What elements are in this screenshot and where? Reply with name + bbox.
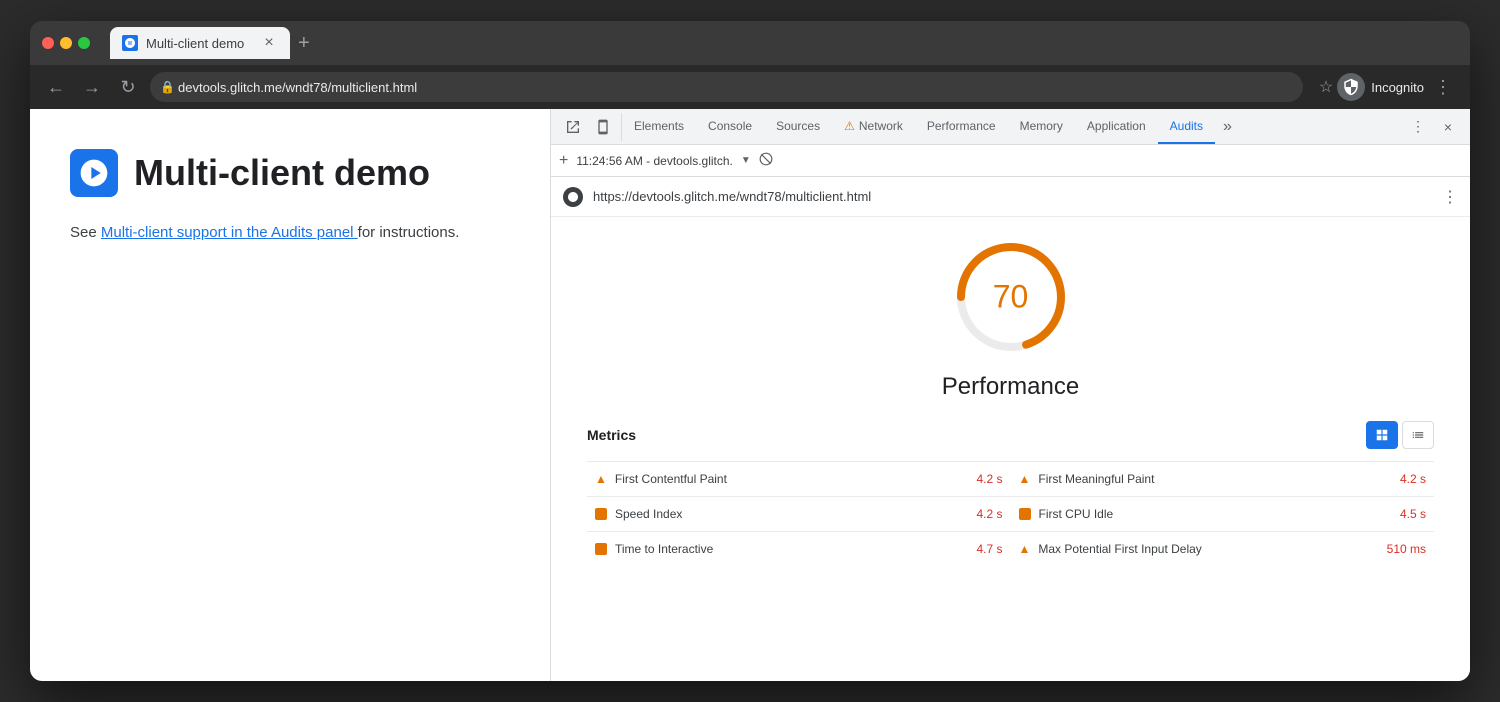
devtools-menu-button[interactable]: ⋮ (1404, 113, 1432, 141)
mpfid-icon: ▲ (1019, 542, 1031, 556)
fmp-value: 4.2 s (1400, 472, 1426, 486)
bookmark-icon[interactable]: ☆ (1319, 77, 1333, 97)
score-label: Performance (575, 373, 1446, 401)
maximize-traffic-light[interactable] (78, 37, 90, 49)
tti-value: 4.7 s (976, 542, 1002, 556)
address-wrapper: 🔒 (150, 72, 1303, 102)
page-title: Multi-client demo (134, 152, 430, 194)
tab-network[interactable]: ⚠ Network (832, 109, 915, 144)
incognito-label: Incognito (1371, 80, 1424, 95)
address-input[interactable] (150, 72, 1303, 102)
fmp-name: First Meaningful Paint (1038, 472, 1392, 486)
tab-console[interactable]: Console (696, 109, 764, 144)
si-value: 4.2 s (976, 507, 1002, 521)
close-traffic-light[interactable] (42, 37, 54, 49)
tab-application[interactable]: Application (1075, 109, 1158, 144)
metric-mpfid: ▲ Max Potential First Input Delay 510 ms (1011, 531, 1435, 566)
audit-results: 70 Performance Metrics (551, 217, 1470, 681)
score-circle-container: 70 (575, 237, 1446, 357)
devtools-actions: ⋮ × (1400, 113, 1466, 141)
title-bar: Multi-client demo × + (30, 21, 1470, 65)
metrics-title: Metrics (587, 427, 636, 443)
si-icon (595, 508, 607, 520)
device-toolbar-icon[interactable] (589, 113, 617, 141)
inspector-icon[interactable] (559, 113, 587, 141)
devtools-tabs: Elements Console Sources ⚠ Network Perfo… (622, 109, 1400, 144)
browser-window: Multi-client demo × + ← → ↻ 🔒 ☆ Incognit… (30, 21, 1470, 681)
mpfid-name: Max Potential First Input Delay (1038, 542, 1378, 556)
audit-more-button[interactable]: ⋮ (1442, 187, 1458, 207)
glitch-logo (70, 149, 118, 197)
minimize-traffic-light[interactable] (60, 37, 72, 49)
metrics-header: Metrics (587, 421, 1434, 449)
fci-icon (1019, 508, 1031, 520)
page-description: See Multi-client support in the Audits p… (70, 221, 510, 245)
description-before: See (70, 224, 101, 241)
fci-name: First CPU Idle (1039, 507, 1392, 521)
fci-value: 4.5 s (1400, 507, 1426, 521)
fcp-name: First Contentful Paint (615, 472, 969, 486)
metric-fcp: ▲ First Contentful Paint 4.2 s (587, 461, 1011, 496)
metrics-section: Metrics ▲ (575, 421, 1446, 566)
audit-block-button[interactable] (759, 152, 773, 169)
tti-name: Time to Interactive (615, 542, 968, 556)
si-name: Speed Index (615, 507, 968, 521)
incognito-icon (1337, 73, 1365, 101)
audit-dropdown-icon[interactable]: ▼ (741, 155, 751, 166)
tab-audits[interactable]: Audits (1158, 109, 1215, 144)
audit-url-text: https://devtools.glitch.me/wndt78/multic… (593, 189, 1432, 204)
tab-title: Multi-client demo (146, 36, 244, 51)
tab-sources[interactable]: Sources (764, 109, 832, 144)
audit-favicon (563, 187, 583, 207)
browser-menu-button[interactable]: ⋮ (1428, 73, 1458, 102)
traffic-lights (42, 37, 90, 49)
mpfid-value: 510 ms (1387, 542, 1426, 556)
metric-si: Speed Index 4.2 s (587, 496, 1011, 531)
audit-url-bar: https://devtools.glitch.me/wndt78/multic… (551, 177, 1470, 217)
tab-close-button[interactable]: × (260, 34, 278, 52)
network-warning-icon: ⚠ (844, 119, 855, 133)
description-after: for instructions. (358, 224, 460, 241)
metrics-view-buttons (1366, 421, 1434, 449)
metrics-grid: ▲ First Contentful Paint 4.2 s ▲ First M… (587, 461, 1434, 566)
audit-time: 11:24:56 AM - devtools.glitch. (576, 154, 733, 168)
fcp-icon: ▲ (595, 472, 607, 486)
reload-button[interactable]: ↻ (114, 73, 142, 101)
forward-button[interactable]: → (78, 73, 106, 101)
metric-fci: First CPU Idle 4.5 s (1011, 496, 1435, 531)
grid-view-button[interactable] (1366, 421, 1398, 449)
new-tab-button[interactable]: + (294, 28, 314, 59)
tab-bar: Multi-client demo × + (110, 27, 314, 59)
lock-icon: 🔒 (160, 80, 175, 94)
devtools-panel: Elements Console Sources ⚠ Network Perfo… (550, 109, 1470, 681)
fcp-value: 4.2 s (976, 472, 1002, 486)
tab-performance[interactable]: Performance (915, 109, 1008, 144)
more-tabs-button[interactable]: » (1215, 118, 1240, 136)
tab-elements[interactable]: Elements (622, 109, 696, 144)
sub-add-button[interactable]: + (559, 152, 568, 170)
back-button[interactable]: ← (42, 73, 70, 101)
list-view-button[interactable] (1402, 421, 1434, 449)
score-circle: 70 (951, 237, 1071, 357)
devtools-sub-toolbar: + 11:24:56 AM - devtools.glitch. ▼ (551, 145, 1470, 177)
tab-favicon (122, 35, 138, 51)
devtools-icons (555, 113, 622, 141)
fmp-icon: ▲ (1019, 472, 1031, 486)
incognito-area: Incognito (1337, 73, 1424, 101)
metric-fmp: ▲ First Meaningful Paint 4.2 s (1011, 461, 1435, 496)
metric-tti: Time to Interactive 4.7 s (587, 531, 1011, 566)
tab-memory[interactable]: Memory (1008, 109, 1075, 144)
audits-link[interactable]: Multi-client support in the Audits panel (101, 224, 358, 241)
active-tab[interactable]: Multi-client demo × (110, 27, 290, 59)
devtools-close-button[interactable]: × (1434, 113, 1462, 141)
tti-icon (595, 543, 607, 555)
page-content: Multi-client demo See Multi-client suppo… (30, 109, 550, 681)
page-header: Multi-client demo (70, 149, 510, 197)
score-number: 70 (993, 279, 1029, 316)
toolbar-right: ☆ Incognito ⋮ (1319, 73, 1458, 102)
main-area: Multi-client demo See Multi-client suppo… (30, 109, 1470, 681)
address-bar: ← → ↻ 🔒 ☆ Incognito ⋮ (30, 65, 1470, 109)
devtools-toolbar: Elements Console Sources ⚠ Network Perfo… (551, 109, 1470, 145)
